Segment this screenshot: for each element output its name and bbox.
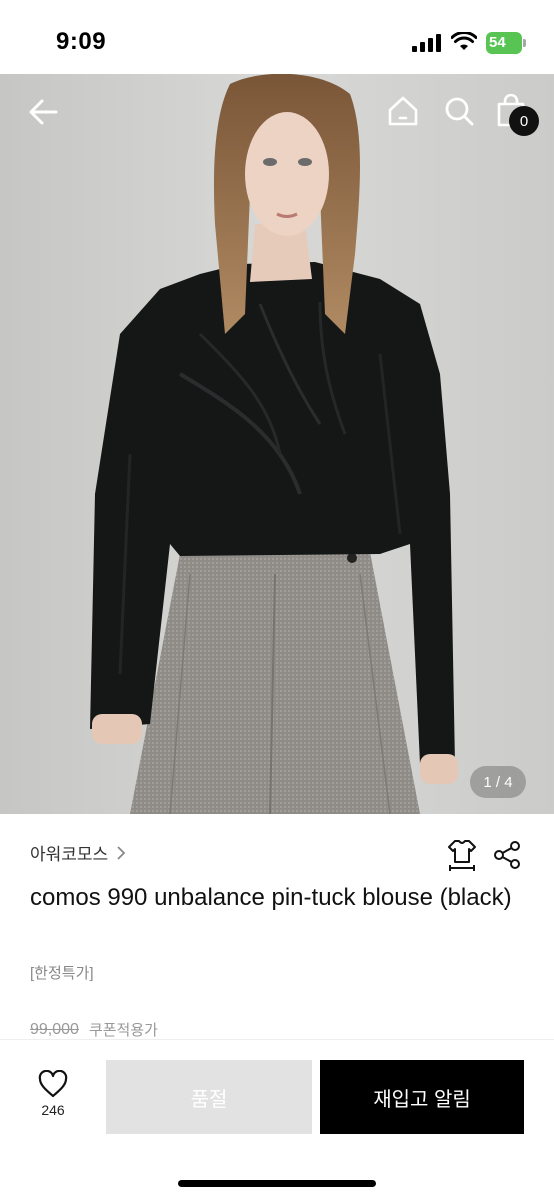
home-indicator	[178, 1180, 376, 1187]
coupon-price-label: 쿠폰적용가	[88, 1022, 158, 1039]
restock-alert-button[interactable]: 재입고 알림	[320, 1060, 524, 1134]
battery-level: 54	[489, 34, 506, 51]
size-guide-icon[interactable]	[446, 838, 478, 872]
product-tag: [한정특가]	[30, 965, 94, 982]
product-image-gallery[interactable]: 0 1 / 4	[0, 74, 554, 814]
product-title: comos 990 unbalance pin-tuck blouse (bla…	[30, 884, 512, 911]
share-icon[interactable]	[492, 840, 522, 870]
original-price: 99,000	[30, 1020, 79, 1038]
search-icon[interactable]	[442, 94, 476, 128]
cellular-signal-icon	[412, 34, 441, 52]
like-count: 246	[41, 1102, 65, 1118]
brand-name: 아워코모스	[30, 845, 109, 864]
status-time: 9:09	[56, 28, 107, 55]
chevron-right-icon	[117, 845, 126, 860]
heart-icon	[38, 1070, 68, 1098]
arrow-left-icon[interactable]	[26, 94, 62, 130]
like-button[interactable]: 246	[26, 1070, 80, 1130]
wifi-icon	[451, 32, 477, 50]
battery-icon: 54	[486, 32, 526, 54]
price-row: 99,000 쿠폰적용가	[30, 1019, 158, 1040]
status-bar: 9:09 54	[0, 0, 554, 74]
image-pager: 1 / 4	[470, 766, 526, 798]
soldout-button: 품절	[106, 1060, 312, 1134]
home-icon[interactable]	[386, 94, 420, 128]
cart-count-badge: 0	[509, 106, 539, 136]
product-photo	[0, 74, 554, 814]
brand-link[interactable]: 아워코모스	[30, 840, 128, 865]
